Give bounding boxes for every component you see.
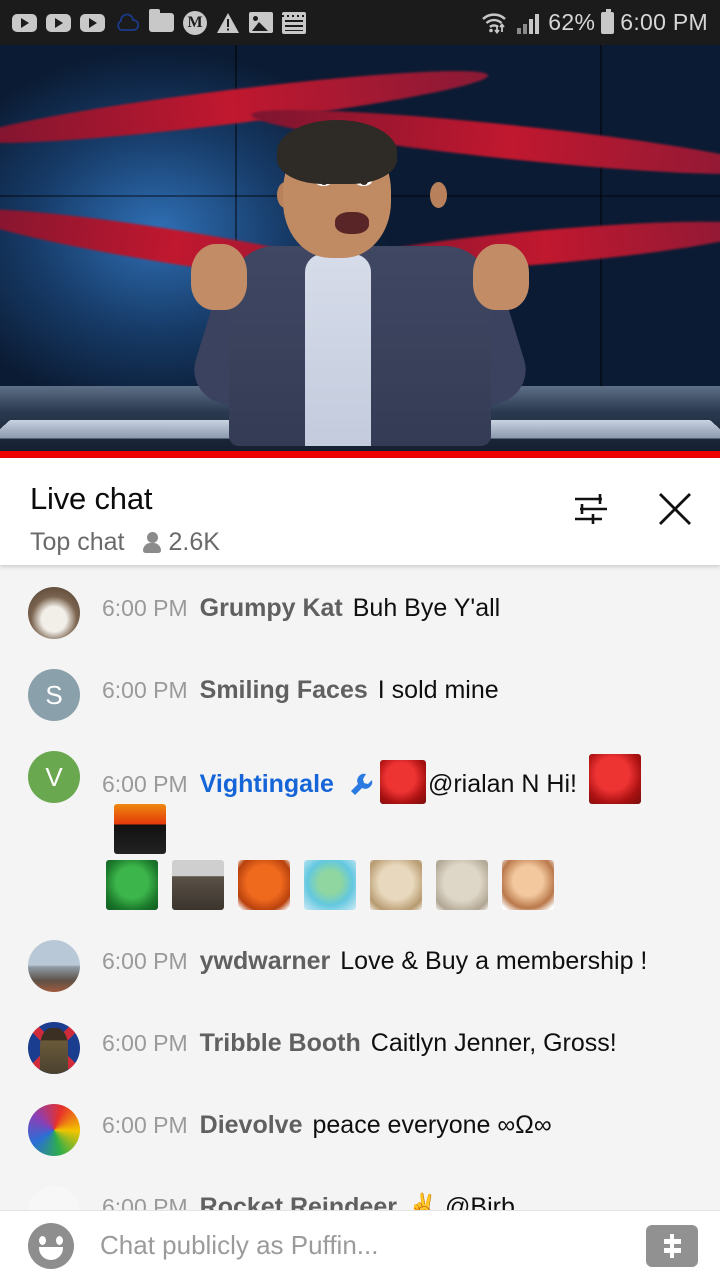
chat-message[interactable]: 6:00 PM Dievolve peace everyone ∞Ω∞ — [0, 1088, 720, 1170]
cell-signal-icon — [516, 12, 542, 34]
chat-message[interactable]: 6:00 PM Grumpy Kat Buh Bye Y'all — [0, 571, 720, 653]
live-chat-header-text: Live chat Top chat 2.6K — [30, 480, 220, 557]
message-author[interactable]: Grumpy Kat — [200, 594, 343, 622]
chat-message-line: 6:00 PM Smiling Faces I sold mine — [102, 672, 704, 708]
page-title: Live chat — [30, 481, 153, 516]
chat-message-line: 6:00 PM Rocket Reindeer ✌ @Birb — [102, 1189, 704, 1210]
dollar-superchat-icon[interactable] — [646, 1224, 698, 1267]
message-timestamp: 6:00 PM — [102, 1194, 188, 1210]
wifi-updown-icon — [480, 11, 510, 35]
chat-message-body: 6:00 PM Smiling Faces I sold mine — [80, 667, 704, 708]
person-icon — [142, 531, 161, 553]
bernie-sanders-emote — [172, 860, 224, 910]
battery-icon — [601, 8, 615, 34]
chat-message-body: 6:00 PM ywdwarner Love & Buy a membership … — [80, 938, 704, 979]
chat-message[interactable]: 6:00 PM ywdwarner Love & Buy a membership … — [0, 924, 720, 1006]
m-circle-icon: M — [183, 10, 207, 35]
cloud-icon — [114, 13, 140, 33]
avatar[interactable] — [28, 1022, 80, 1074]
message-timestamp: 6:00 PM — [102, 948, 188, 974]
chat-message-line: 6:00 PM Vightingale @rialan N Hi! — [102, 754, 704, 854]
flame-person-emote — [114, 804, 166, 854]
chat-message-list[interactable]: 6:00 PM Grumpy Kat Buh Bye Y'all S 6:00 PM Sm… — [0, 565, 720, 1210]
video-host-figure — [185, 120, 535, 450]
live-chat-header: Live chat Top chat 2.6K — [0, 458, 720, 565]
chat-message-body: 6:00 PM Dievolve peace everyone ∞Ω∞ — [80, 1102, 704, 1143]
chat-message-line: 6:00 PM Grumpy Kat Buh Bye Y'all — [102, 590, 704, 626]
folder-icon — [149, 9, 174, 32]
red-panda-emote — [238, 860, 290, 910]
tune-sliders-icon[interactable] — [572, 492, 610, 531]
message-author[interactable]: Rocket Reindeer — [200, 1193, 397, 1210]
message-text: @rialan N Hi! — [427, 770, 577, 798]
message-text: Buh Bye Y'all — [352, 594, 501, 622]
message-text: Caitlyn Jenner, Gross! — [370, 1029, 617, 1057]
fluffy-dog-emote — [436, 860, 488, 910]
message-timestamp: 6:00 PM — [102, 771, 188, 797]
avatar[interactable] — [28, 1186, 80, 1210]
message-text: ✌ @Birb — [406, 1193, 515, 1210]
avatar[interactable]: S — [28, 669, 80, 721]
status-bar-notification-icons: M — [12, 9, 480, 35]
video-player[interactable] — [0, 45, 720, 458]
battery-percent-label: 62% — [548, 9, 596, 35]
status-bar-system-icons: 62% 6:00 PM — [480, 8, 708, 36]
youtube-icon — [46, 13, 71, 32]
notepad-icon — [282, 11, 306, 34]
message-timestamp: 6:00 PM — [102, 1030, 188, 1056]
message-timestamp: 6:00 PM — [102, 677, 188, 703]
chat-message-body: 6:00 PM Rocket Reindeer ✌ @Birb — [80, 1184, 704, 1210]
chat-message-line: 6:00 PM Tribble Booth Caitlyn Jenner, Gros… — [102, 1025, 704, 1061]
avatar[interactable] — [28, 1104, 80, 1156]
message-text: I sold mine — [377, 676, 499, 704]
moderator-wrench-icon — [347, 771, 375, 797]
viewer-count-label: 2.6K — [168, 527, 220, 556]
chat-message[interactable]: V 6:00 PM Vightingale @rialan N Hi! — [0, 735, 720, 924]
message-author[interactable]: ywdwarner — [200, 947, 331, 975]
message-timestamp: 6:00 PM — [102, 1112, 188, 1138]
chat-message[interactable]: 6:00 PM Rocket Reindeer ✌ @Birb — [0, 1170, 720, 1210]
message-author[interactable]: Tribble Booth — [200, 1029, 361, 1057]
youtube-icon — [80, 13, 105, 32]
chat-subheader[interactable]: Top chat 2.6K — [30, 528, 220, 557]
chat-input-field[interactable]: Chat publicly as Puffin... — [74, 1230, 646, 1261]
message-timestamp: 6:00 PM — [102, 595, 188, 621]
chat-message[interactable]: S 6:00 PM Smiling Faces I sold mine — [0, 653, 720, 735]
warning-icon — [216, 12, 240, 34]
live-chat-header-actions — [572, 480, 694, 533]
frog-emote — [304, 860, 356, 910]
monkey-doctor-emote — [502, 860, 554, 910]
chihuahua-emote — [370, 860, 422, 910]
video-progress-bar[interactable] — [0, 451, 720, 458]
red-dragon-emote — [379, 760, 426, 804]
status-bar: M 62% 6:00 PM — [0, 0, 720, 45]
chat-mode-label[interactable]: Top chat — [30, 528, 125, 557]
green-dragon-emote — [106, 860, 158, 910]
chat-message[interactable]: 6:00 PM Tribble Booth Caitlyn Jenner, Gros… — [0, 1006, 720, 1088]
clock-label: 6:00 PM — [620, 9, 708, 35]
chat-message-body: 6:00 PM Vightingale @rialan N Hi! — [80, 749, 704, 910]
message-text: Love & Buy a membership ! — [340, 947, 648, 975]
message-author[interactable]: Dievolve — [200, 1111, 303, 1139]
emoji-smiley-icon[interactable] — [28, 1222, 74, 1269]
emote-row — [102, 860, 704, 910]
close-icon[interactable] — [656, 490, 694, 533]
avatar[interactable] — [28, 940, 80, 992]
avatar[interactable] — [28, 587, 80, 639]
message-text: peace everyone ∞Ω∞ — [312, 1111, 552, 1139]
message-author[interactable]: Smiling Faces — [200, 676, 368, 704]
image-icon — [249, 12, 273, 33]
chat-message-body: 6:00 PM Tribble Booth Caitlyn Jenner, Gros… — [80, 1020, 704, 1061]
message-author[interactable]: Vightingale — [200, 770, 334, 798]
avatar[interactable]: V — [28, 751, 80, 803]
chat-message-line: 6:00 PM Dievolve peace everyone ∞Ω∞ — [102, 1107, 704, 1143]
chat-input-bar: Chat publicly as Puffin... — [0, 1210, 720, 1280]
chat-message-body: 6:00 PM Grumpy Kat Buh Bye Y'all — [80, 585, 704, 626]
red-dragon-head-emote — [588, 754, 641, 804]
youtube-icon — [12, 13, 37, 32]
chat-message-line: 6:00 PM ywdwarner Love & Buy a membership … — [102, 943, 704, 979]
